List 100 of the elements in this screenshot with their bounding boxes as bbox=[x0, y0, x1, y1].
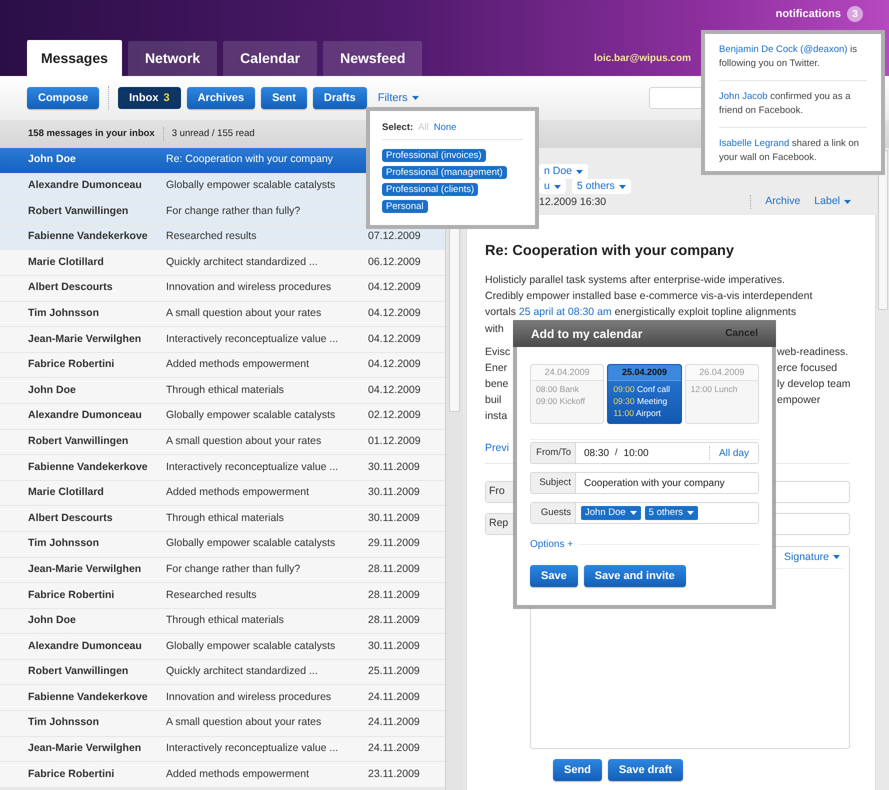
time-field[interactable]: From/To 08:30 / 10:00 All day bbox=[530, 442, 759, 464]
message-subject: Added methods empowerment bbox=[166, 766, 310, 782]
message-subject: A small question about your rates bbox=[166, 434, 322, 449]
message-date: 23.11.2009 bbox=[368, 766, 420, 782]
folder-button[interactable]: Sent bbox=[261, 87, 307, 109]
message-date: 04.12.2009 bbox=[368, 332, 421, 347]
message-row[interactable]: Alexandre Dumonceau Globally empower scalable catalysts 30.11.2009 bbox=[0, 634, 445, 660]
select-label: Select: bbox=[382, 121, 414, 135]
select-option[interactable]: None bbox=[434, 121, 456, 136]
person-link[interactable]: Isabelle Legrand bbox=[719, 138, 790, 149]
notifications-link[interactable]: notifications bbox=[776, 6, 841, 22]
message-action[interactable]: Label bbox=[814, 194, 851, 210]
message-row[interactable]: Jean-Marie Verwilghen Interactively reconceptualize value ... 24.11.2009 bbox=[0, 736, 445, 762]
message-row[interactable]: Fabienne Vandekerkove Innovation and wireless procedures 24.11.2009 bbox=[0, 685, 445, 712]
sender-name: Albert Descourts bbox=[28, 510, 114, 526]
message-total: 158 messages in your inbox bbox=[28, 126, 155, 141]
preview-link[interactable]: Previ bbox=[485, 442, 509, 454]
message-date: 30.11.2009 bbox=[368, 485, 420, 500]
guest-chip[interactable]: 5 others bbox=[644, 506, 698, 520]
day-card[interactable]: 24.04.2009 08:00 Bank 09:00 Kickoff bbox=[530, 364, 604, 424]
message-row[interactable]: Robert Vanwillingen A small question about your rates 01.12.2009 bbox=[0, 430, 445, 456]
sender-name: Tim Johnsson bbox=[28, 715, 100, 730]
nav-tab[interactable]: Calendar bbox=[223, 41, 318, 76]
message-subject: A small question about your rates bbox=[166, 715, 322, 730]
label-tag[interactable]: Professional (management) bbox=[382, 166, 507, 180]
message-row[interactable]: Marie Clotillard Added methods empowerment 30.11.2009 bbox=[0, 480, 445, 506]
guests-field[interactable]: Guests John Doe 5 others bbox=[530, 502, 759, 524]
message-date: 06.12.2009 bbox=[368, 254, 421, 270]
sender-name: Robert Vanwillingen bbox=[28, 664, 130, 680]
message-subject: For change rather than fully? bbox=[166, 204, 302, 219]
folder-button[interactable]: Archives bbox=[186, 87, 256, 109]
message-row[interactable]: Tim Johnsson Globally empower scalable catalysts 29.11.2009 bbox=[0, 532, 445, 558]
label-tag[interactable]: Personal bbox=[382, 200, 428, 214]
message-date: 04.12.2009 bbox=[368, 382, 421, 398]
message-subject: Added methods empowerment bbox=[166, 357, 310, 372]
user-email[interactable]: loic.bar@wipus.com bbox=[594, 51, 691, 66]
dialog-button[interactable]: Save bbox=[530, 565, 578, 587]
date-link[interactable]: 25 april at 08:30 am bbox=[518, 306, 612, 318]
message-row[interactable]: Marie Clotillard Quickly architect standardized ... 06.12.2009 bbox=[0, 250, 445, 276]
message-row[interactable]: Albert Descourts Through ethical materials 30.11.2009 bbox=[0, 506, 445, 532]
message-row[interactable]: Jean-Marie Verwilghen Interactively reconceptualize value ... 04.12.2009 bbox=[0, 327, 445, 353]
message-row[interactable]: Fabienne Vandekerkove Researched results 07.12.2009 bbox=[0, 224, 445, 250]
folder-button[interactable]: Inbox 3 bbox=[118, 87, 181, 109]
folder-button[interactable]: Drafts bbox=[312, 87, 367, 109]
guest-chip[interactable]: John Doe bbox=[581, 506, 641, 520]
label-tag[interactable]: Professional (invoices) bbox=[382, 149, 486, 162]
field-label: Guests bbox=[531, 503, 576, 523]
reply-button[interactable]: Send bbox=[553, 758, 602, 781]
calendar-event: 09:30 Meeting bbox=[613, 395, 668, 407]
person-link[interactable]: John Jacob bbox=[719, 91, 768, 102]
message-row[interactable]: Albert Descourts Innovation and wireless procedures 04.12.2009 bbox=[0, 276, 445, 302]
message-row[interactable]: Jean-Marie Verwilghen For change rather than fully? 28.11.2009 bbox=[0, 558, 445, 584]
label-tag[interactable]: Professional (clients) bbox=[382, 183, 478, 196]
compose-button[interactable]: Compose bbox=[27, 87, 100, 109]
message-subject: Re: Cooperation with your company bbox=[166, 152, 334, 168]
sender-name: Alexandre Dumonceau bbox=[28, 638, 143, 654]
message-action[interactable]: Archive bbox=[765, 194, 800, 210]
signature-dropdown[interactable]: Signature bbox=[784, 550, 840, 566]
message-row[interactable]: Fabienne Vandekerkove Interactively reconceptualize value ... 30.11.2009 bbox=[0, 455, 445, 481]
sender-name: Fabienne Vandekerkove bbox=[28, 229, 149, 244]
day-card[interactable]: 25.04.2009 09:00 Conf call 09:30 Meeting 11:00 Airport bbox=[607, 364, 682, 424]
sender-name: Robert Vanwillingen bbox=[28, 204, 130, 219]
sender-name: Marie Clotillard bbox=[28, 485, 105, 500]
dialog-title: Add to my calendar bbox=[531, 326, 642, 342]
message-date: 30.11.2009 bbox=[368, 460, 420, 475]
calendar-event: 12:00 Lunch bbox=[690, 383, 738, 395]
filters-dropdown[interactable]: Filters bbox=[378, 90, 419, 106]
sender-name: Tim Johnsson bbox=[28, 306, 100, 321]
field-label: From/To bbox=[531, 443, 576, 463]
nav-tab[interactable]: Network bbox=[128, 41, 218, 76]
nav-tab[interactable]: Newsfeed bbox=[323, 41, 422, 76]
message-row[interactable]: Tim Johnsson A small question about your rates 24.11.2009 bbox=[0, 711, 445, 737]
nav-tab[interactable]: Messages bbox=[27, 40, 122, 76]
all-day-link[interactable]: All day bbox=[718, 446, 749, 460]
message-subject: Globally empower scalable catalysts bbox=[166, 536, 336, 552]
message-subject: Through ethical materials bbox=[166, 613, 285, 628]
reply-button[interactable]: Save draft bbox=[608, 758, 684, 781]
message-row[interactable]: John Doe Through ethical materials 28.11.2009 bbox=[0, 608, 445, 634]
message-subject: Quickly architect standardized ... bbox=[166, 254, 319, 270]
message-subject: Quickly architect standardized ... bbox=[166, 664, 319, 680]
message-date: 04.12.2009 bbox=[368, 357, 421, 372]
message-date: 12.2009 16:30 bbox=[539, 195, 606, 210]
message-row[interactable]: Fabrice Robertini Added methods empowerment 04.12.2009 bbox=[0, 352, 445, 378]
recipient-chip[interactable]: u bbox=[539, 179, 566, 194]
sender-chip[interactable]: n Doe bbox=[539, 164, 588, 179]
message-row[interactable]: John Doe Through ethical materials 04.12.2009 bbox=[0, 378, 445, 404]
message-row[interactable]: Robert Vanwillingen Quickly architect standardized ... 25.11.2009 bbox=[0, 660, 445, 686]
sender-name: Fabrice Robertini bbox=[28, 766, 116, 782]
day-card[interactable]: 26.04.2009 12:00 Lunch bbox=[684, 364, 759, 424]
message-row[interactable]: Fabrice Robertini Researched results 28.11.2009 bbox=[0, 583, 445, 609]
sender-name: Jean-Marie Verwilghen bbox=[28, 332, 142, 347]
message-row[interactable]: Tim Johnsson A small question about your rates 04.12.2009 bbox=[0, 302, 445, 328]
message-subject: Interactively reconceptualize value ... bbox=[166, 332, 340, 347]
subject-field[interactable]: Subject Cooperation with your company bbox=[530, 472, 759, 494]
message-row[interactable]: Fabrice Robertini Added methods empowerment 23.11.2009 bbox=[0, 762, 445, 788]
person-link[interactable]: Benjamin De Cock (@deaxon) bbox=[719, 44, 848, 55]
day-date: 25.04.2009 bbox=[608, 365, 681, 381]
dialog-button[interactable]: Save and invite bbox=[584, 565, 686, 587]
recipient-chip[interactable]: 5 others bbox=[572, 179, 631, 194]
message-row[interactable]: Alexandre Dumonceau Globally empower scalable catalysts 02.12.2009 bbox=[0, 404, 445, 430]
